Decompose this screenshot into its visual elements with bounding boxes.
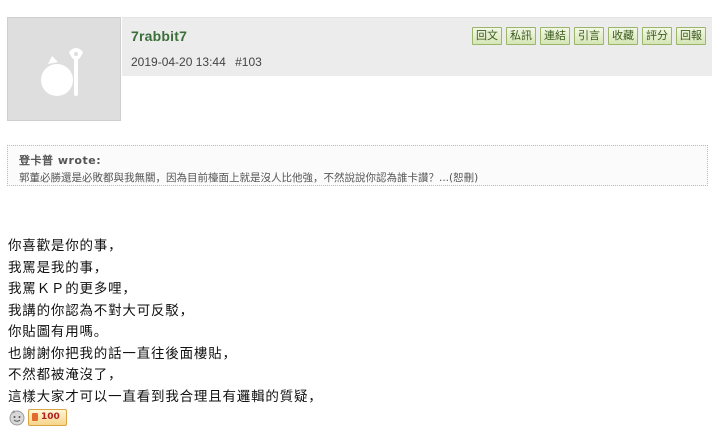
smiley-badge-icon [9,410,25,426]
post-body-line: 我罵ＫＰ的更多哩， [8,281,137,297]
post-body: 你喜歡是你的事， 我罵是我的事， 我罵ＫＰ的更多哩， 我講的你認為不對大可反駁，… [8,236,323,408]
link-button[interactable]: 連結 [540,27,570,45]
reply-button[interactable]: 回文 [472,27,502,45]
post-body-line: 我罵是我的事， [8,259,109,276]
post-body-line: 你貼圖有用嗎。 [8,324,109,340]
quote-text: 郭董必勝還是必敗都與我無關，因為目前檯面上就是沒人比他強，不然說說你認為誰卡讚？… [19,172,479,184]
post-footer: 100 [8,408,67,426]
post-header: 7rabbit7 2019-04-20 13:44 #103 回文 私訊 連結 … [0,0,720,130]
report-button[interactable]: 回報 [676,27,706,45]
post-body-line: 你喜歡是你的事， [8,238,123,254]
post-timestamp: 2019-04-20 13:44 #103 [131,55,262,69]
post-actions: 回文 私訊 連結 引言 收藏 評分 回報 [472,27,706,45]
favorite-button[interactable]: 收藏 [608,27,638,45]
post-body-line: 我講的你認為不對大可反駁， [8,302,194,319]
post-number-link[interactable]: #103 [235,55,262,69]
private-message-button[interactable]: 私訊 [506,27,536,45]
post-meta-bar: 7rabbit7 2019-04-20 13:44 #103 回文 私訊 連結 … [122,17,712,76]
avatar[interactable] [7,17,121,121]
timestamp-text: 2019-04-20 13:44 [131,55,226,69]
default-avatar-icon [41,48,83,96]
username-link[interactable]: 7rabbit7 [131,28,187,44]
quote-block: 登卡普 wrote: 郭董必勝還是必敗都與我無關，因為目前檯面上就是沒人比他強，… [7,145,708,186]
rate-button[interactable]: 評分 [642,27,672,45]
post-body-line: 這樣大家才可以一直看到我合理且有邏輯的質疑， [8,388,323,405]
post-body-line: 也謝謝你把我的話一直往後面樓貼， [8,345,237,362]
post-body-line: 不然都被淹沒了， [8,367,123,383]
score-badge: 100 [28,408,67,426]
quote-button[interactable]: 引言 [574,27,604,45]
quote-author: 登卡普 wrote: [19,154,102,167]
